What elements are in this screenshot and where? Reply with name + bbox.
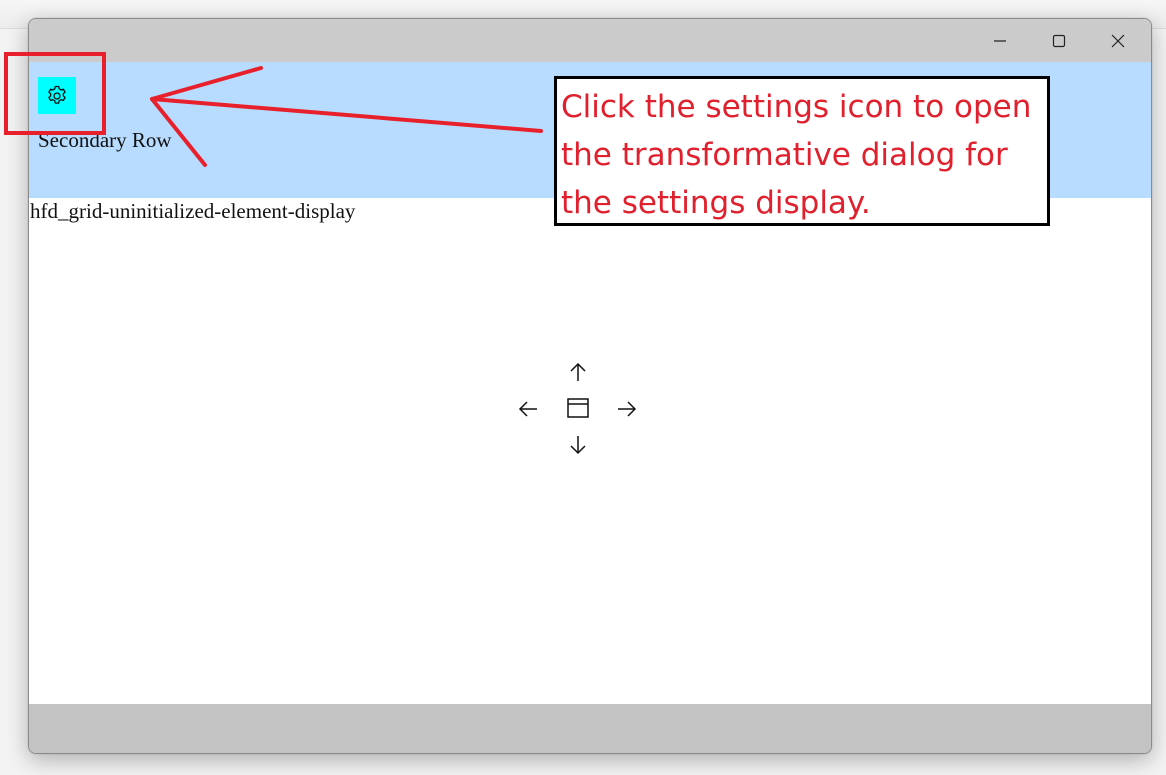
arrow-up-button[interactable] [567, 360, 589, 384]
bottom-status-bar [29, 704, 1151, 753]
arrow-down-icon [570, 436, 586, 455]
maximize-icon [1052, 34, 1066, 47]
close-icon [1111, 34, 1125, 47]
arrow-left-button[interactable] [516, 397, 540, 421]
title-bar [29, 19, 1151, 62]
annotation-callout: Click the settings icon to open the tran… [554, 76, 1050, 226]
arrow-down-button[interactable] [567, 433, 589, 457]
arrow-up-icon [570, 362, 586, 381]
window-icon [567, 398, 589, 418]
highlight-box [4, 52, 106, 135]
close-button[interactable] [1089, 19, 1147, 62]
minimize-icon [994, 39, 1006, 42]
arrow-right-button[interactable] [615, 397, 639, 421]
arrow-left-icon [518, 401, 537, 417]
navigation-cluster [507, 353, 647, 463]
minimize-button[interactable] [971, 19, 1029, 62]
window-center-button[interactable] [565, 396, 591, 420]
uninitialized-element-text: hfd_grid-uninitialized-element-display [30, 199, 356, 223]
arrow-right-icon [618, 401, 637, 417]
maximize-button[interactable] [1030, 19, 1088, 62]
